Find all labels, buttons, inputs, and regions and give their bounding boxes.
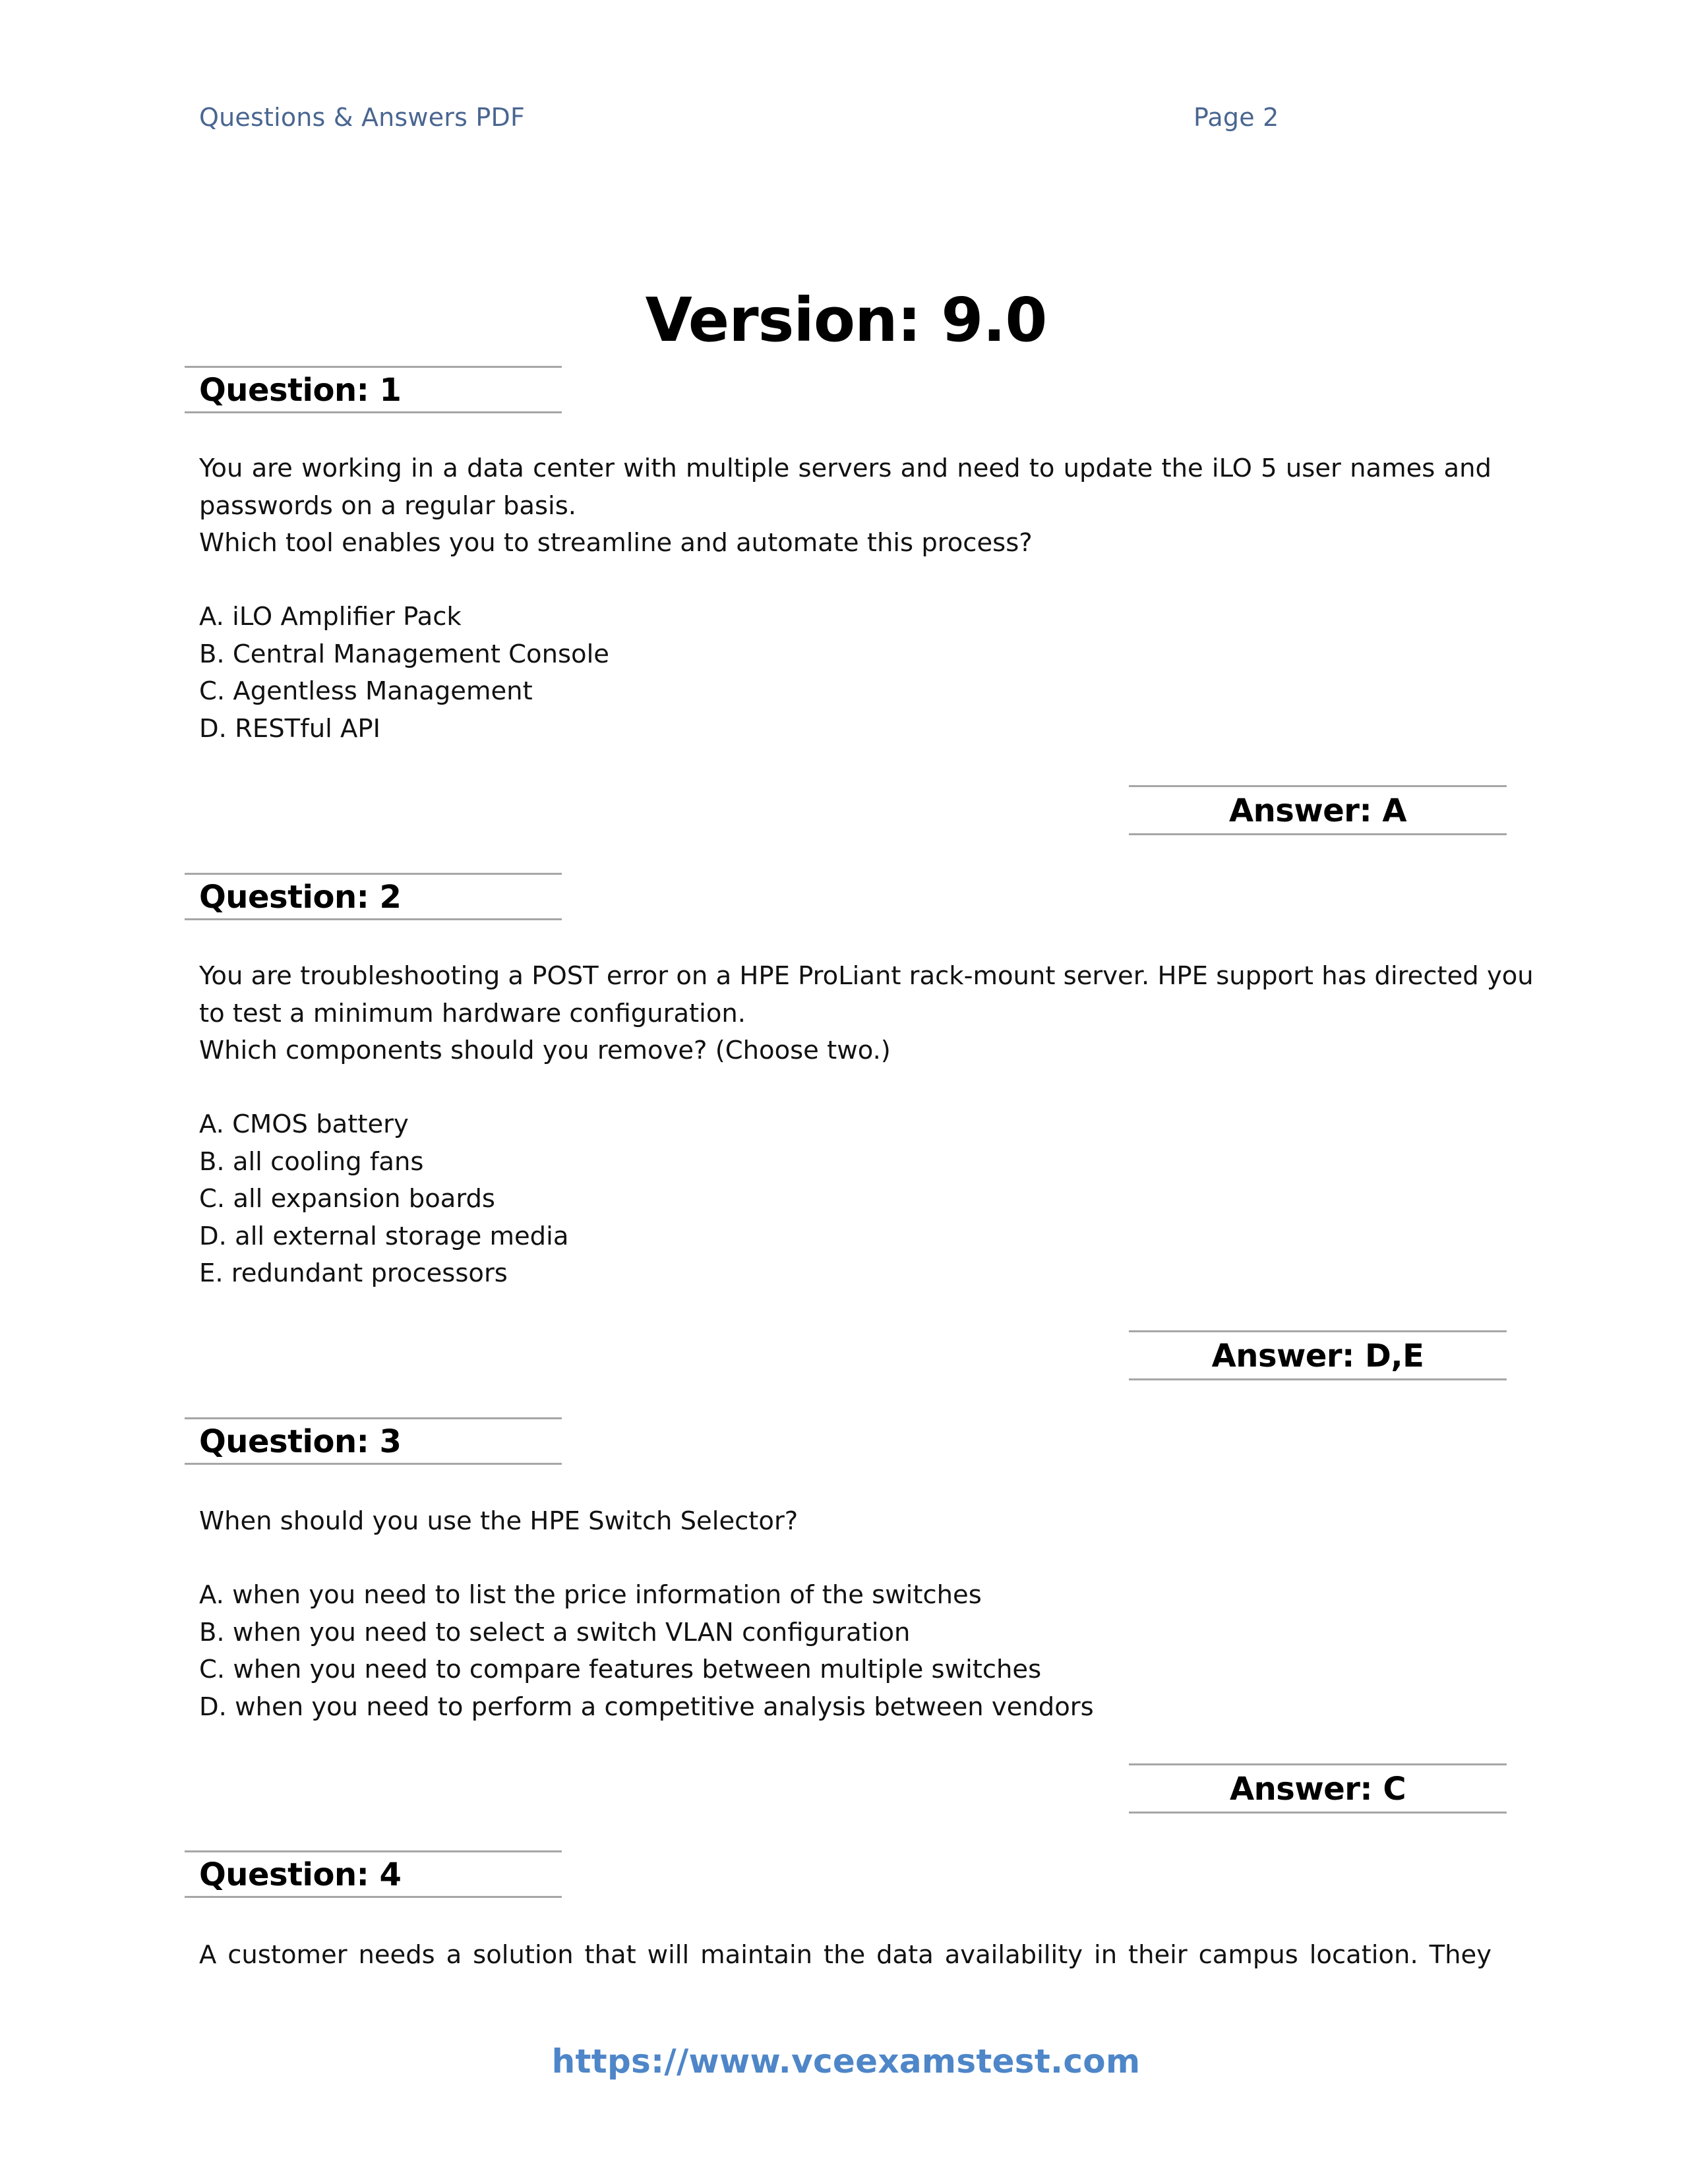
option-a: A. iLO Amplifier Pack <box>199 602 462 632</box>
stem-line: Which tool enables you to streamline and… <box>199 528 1033 558</box>
option-a: A. when you need to list the price infor… <box>199 1580 982 1610</box>
option-b: B. all cooling fans <box>199 1146 424 1177</box>
document-header-title: Questions & Answers PDF <box>199 103 526 132</box>
version-title: Version: 9.0 <box>645 285 1048 355</box>
stem-line: When should you use the HPE Switch Selec… <box>199 1506 799 1536</box>
question-1-answer: Answer: A <box>1129 785 1507 835</box>
question-3-answer: Answer: C <box>1129 1763 1507 1814</box>
stem-line: passwords on a regular basis. <box>199 490 577 521</box>
question-3-heading: Question: 3 <box>185 1417 562 1465</box>
option-b: B. Central Management Console <box>199 639 609 669</box>
question-label: Question: 2 <box>199 879 402 916</box>
option-d: D. RESTful API <box>199 713 380 744</box>
stem-line: to test a minimum hardware configuration… <box>199 998 746 1028</box>
footer-website-link[interactable]: https://www.vceexamstest.com <box>0 2042 1688 2081</box>
option-d: D. all external storage media <box>199 1221 569 1251</box>
question-1-options: A. iLO Amplifier Pack B. Central Managem… <box>199 599 1492 748</box>
question-label: Question: 3 <box>199 1423 402 1460</box>
stem-line: You are troubleshooting a POST error on … <box>199 961 1534 991</box>
option-c: C. Agentless Management <box>199 676 533 706</box>
answer-label: Answer: C <box>1229 1771 1406 1808</box>
answer-label: Answer: D,E <box>1211 1338 1424 1374</box>
question-1-heading: Question: 1 <box>185 366 562 413</box>
question-2-answer: Answer: D,E <box>1129 1330 1507 1380</box>
question-2-heading: Question: 2 <box>185 873 562 920</box>
stem-line: A customer needs a solution that will ma… <box>199 1940 1492 1970</box>
stem-line: Which components should you remove? (Cho… <box>199 1036 891 1065</box>
option-d: D. when you need to perform a competitiv… <box>199 1692 1094 1722</box>
question-3-stem: When should you use the HPE Switch Selec… <box>199 1503 1492 1541</box>
option-b: B. when you need to select a switch VLAN… <box>199 1617 911 1647</box>
answer-label: Answer: A <box>1228 792 1407 829</box>
question-label: Question: 1 <box>199 372 402 409</box>
question-label: Question: 4 <box>199 1856 402 1893</box>
stem-line: You are working in a data center with mu… <box>199 454 1492 483</box>
option-c: C. when you need to compare features bet… <box>199 1655 1042 1684</box>
question-3-options: A. when you need to list the price infor… <box>199 1577 1492 1726</box>
question-1-stem: You are working in a data center with mu… <box>199 450 1492 562</box>
option-e: E. redundant processors <box>199 1258 508 1288</box>
option-c: C. all expansion boards <box>199 1184 495 1214</box>
option-a: A. CMOS battery <box>199 1109 409 1139</box>
question-4-heading: Question: 4 <box>185 1850 562 1898</box>
question-4-stem: A customer needs a solution that will ma… <box>199 1937 1492 1974</box>
question-2-stem: You are troubleshooting a POST error on … <box>199 958 1534 1070</box>
question-2-options: A. CMOS battery B. all cooling fans C. a… <box>199 1106 1492 1293</box>
page-number: Page 2 <box>1193 103 1279 132</box>
